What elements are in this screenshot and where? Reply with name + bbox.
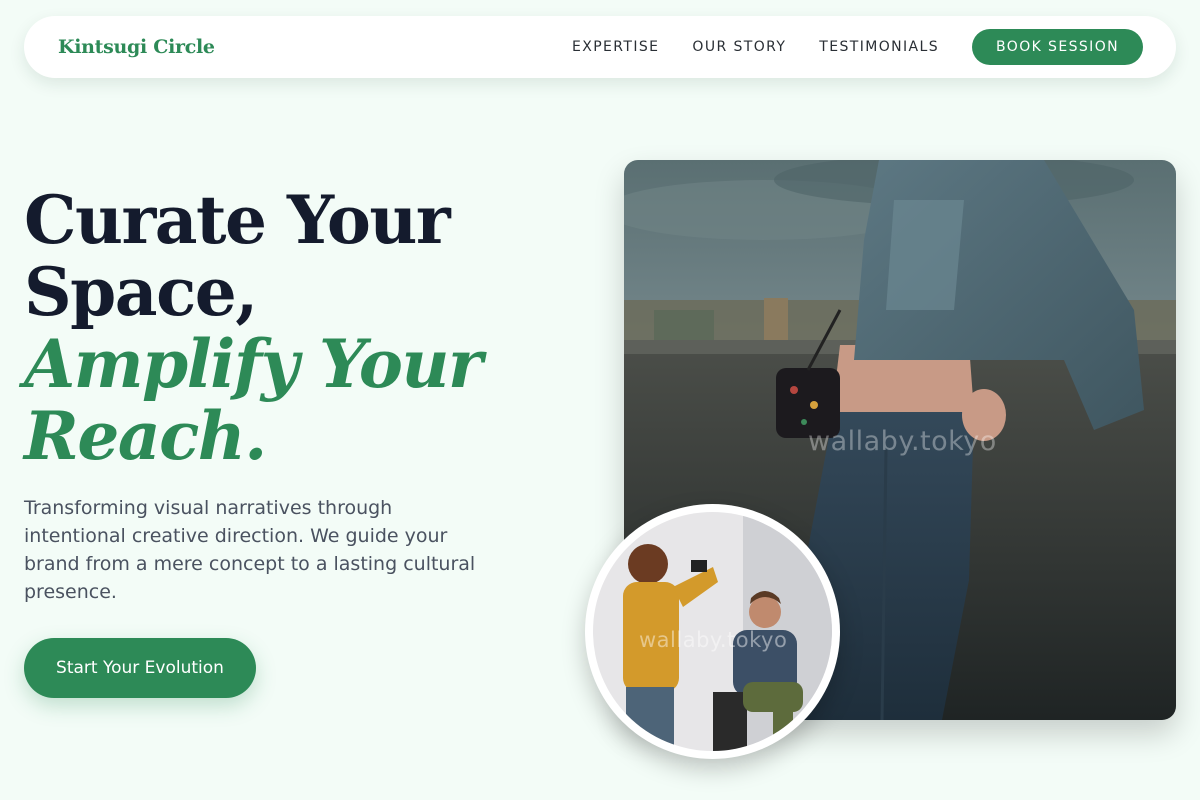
headline-accent-line-2: Reach. <box>24 397 267 475</box>
circle-photo-frame: wallaby.tokyo <box>593 512 832 751</box>
headline-line-1: Curate Your <box>24 181 451 259</box>
hero-headline: Curate Your Space, Amplify Your Reach. <box>24 184 544 472</box>
book-session-button[interactable]: BOOK SESSION <box>972 29 1143 65</box>
photoshoot-illustration <box>593 512 832 751</box>
nav-link-our-story[interactable]: OUR STORY <box>692 39 786 55</box>
hero-subtext: Transforming visual narratives through i… <box>24 497 476 603</box>
headline-line-2: Space, <box>24 253 258 331</box>
photoshoot-circle-photo: wallaby.tokyo <box>585 504 840 759</box>
headline-accent-line-1: Amplify Your <box>24 325 483 403</box>
logo[interactable]: Kintsugi Circle <box>58 36 215 58</box>
nav-link-testimonials[interactable]: TESTIMONIALS <box>819 39 939 55</box>
site-header: Kintsugi Circle EXPERTISE OUR STORY TEST… <box>24 16 1176 78</box>
start-evolution-button[interactable]: Start Your Evolution <box>24 638 256 698</box>
nav-link-expertise[interactable]: EXPERTISE <box>572 39 659 55</box>
main-nav: EXPERTISE OUR STORY TESTIMONIALS BOOK SE… <box>572 29 1143 65</box>
